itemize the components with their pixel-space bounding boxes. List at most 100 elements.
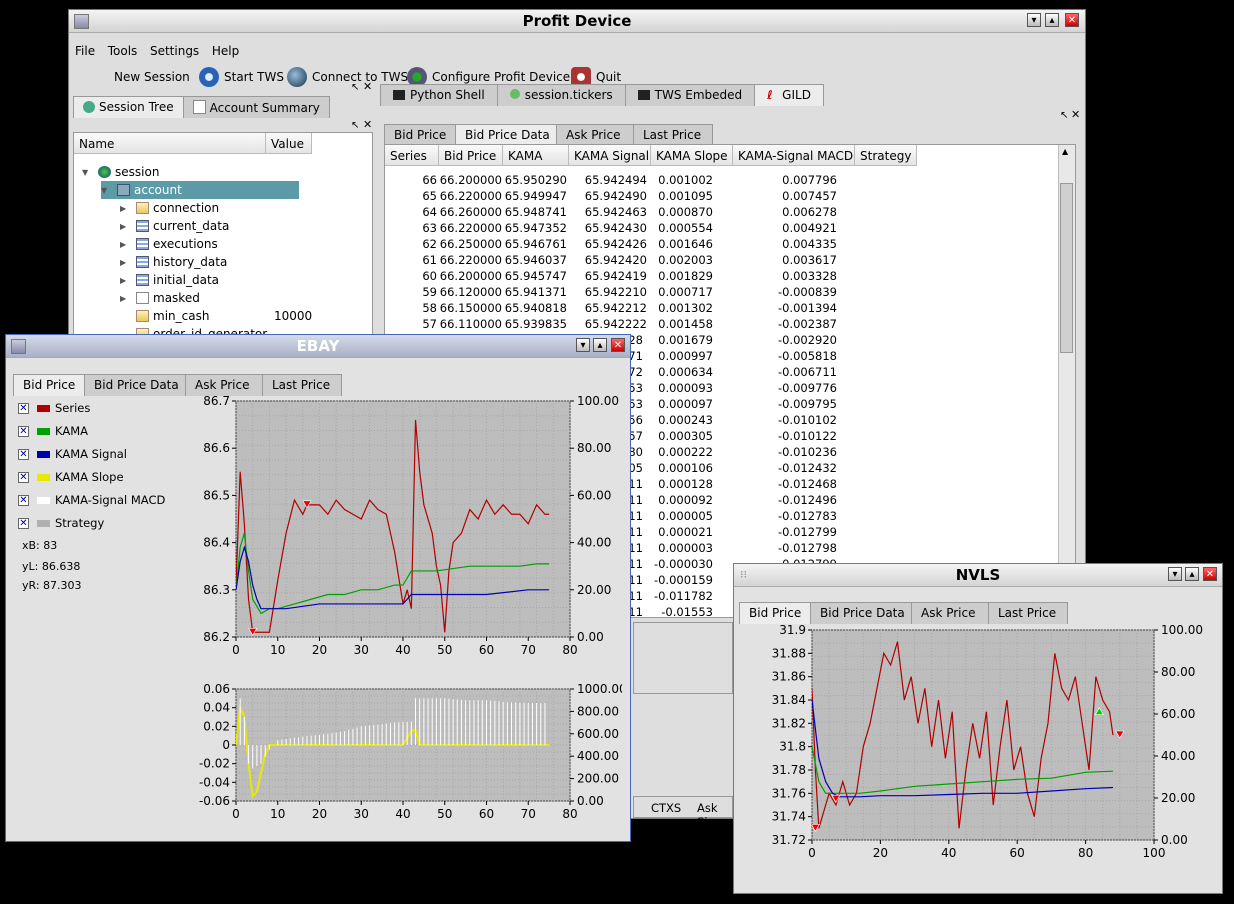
minimize-icon[interactable]: ▾ <box>1027 13 1041 27</box>
scrollbar-thumb[interactable] <box>1060 183 1073 353</box>
start-tws-button[interactable]: Start TWS <box>199 66 284 88</box>
expand-toggle-icon[interactable]: ▼ <box>101 186 109 195</box>
nvls-title: NVLS <box>955 566 1001 584</box>
subtab-bid-price-data[interactable]: Bid Price Data <box>455 124 557 146</box>
tree-row[interactable]: ▶ connection <box>120 199 219 217</box>
tree-row[interactable]: min_cash 10000 <box>120 307 312 325</box>
legend-item[interactable]: ✕ Strategy <box>18 514 104 532</box>
checkbox-icon[interactable]: ✕ <box>18 494 29 506</box>
table-header[interactable]: KAMA-Signal MACD <box>733 145 855 166</box>
menu-file[interactable]: File <box>75 44 95 58</box>
ebay-price-chart[interactable]: 0 10 20 30 40 50 60 70 80 86.2 86.3 86.4 86.5 86.6 86.… <box>182 393 622 683</box>
table-row[interactable]: 58 66.150000 65.940818 65.942212 0.001302 -0.… <box>385 301 1061 317</box>
close-icon[interactable]: ✕ <box>611 338 625 352</box>
table-header[interactable]: KAMA Slope <box>651 145 733 166</box>
checkbox-icon[interactable]: ✕ <box>18 517 29 529</box>
legend-item[interactable]: ✕ KAMA Slope <box>18 468 124 486</box>
tree-header-name[interactable]: Name <box>74 133 266 154</box>
main-titlebar[interactable]: Profit Device ▾ ▴ ✕ <box>69 10 1085 33</box>
table-header[interactable]: KAMA Signal <box>569 145 651 166</box>
ebay-indicator-chart[interactable]: 0 10 20 30 40 50 60 70 80 -0.06 -0.04 -0.02 0 0.02 0.0… <box>182 683 622 833</box>
x-tick-label: 20 <box>873 846 888 860</box>
menu-settings[interactable]: Settings <box>150 44 199 58</box>
vertical-scrollbar[interactable]: ▲ <box>1058 145 1075 617</box>
close-panel-icon[interactable]: ✕ <box>363 80 372 93</box>
legend-item[interactable]: ✕ KAMA Signal <box>18 445 127 463</box>
expand-toggle-icon[interactable]: ▶ <box>120 240 128 249</box>
tree-row[interactable]: ▶ current_data <box>120 217 229 235</box>
tab-session-tree-label: Session Tree <box>99 100 174 114</box>
checkbox-icon[interactable]: ✕ <box>18 425 29 437</box>
tab-session-tree[interactable]: Session Tree <box>73 96 184 118</box>
table-row[interactable]: 57 66.110000 65.939835 65.942222 0.001458 -0.… <box>385 317 1061 333</box>
maximize-icon[interactable]: ▴ <box>1045 13 1059 27</box>
ebay-tab-bid-price-data[interactable]: Bid Price Data <box>84 374 186 396</box>
ebay-titlebar[interactable]: EBAY ▾ ▴ ✕ <box>6 335 630 358</box>
scroll-up-icon[interactable]: ▲ <box>1062 147 1068 156</box>
expand-toggle-icon[interactable]: ▶ <box>120 222 128 231</box>
table-row[interactable]: 63 66.220000 65.947352 65.942430 0.000554 0.0… <box>385 221 1061 237</box>
tree-row[interactable]: ▼ session <box>82 163 159 181</box>
expand-toggle-icon[interactable]: ▼ <box>82 168 90 177</box>
checkbox-icon[interactable]: ✕ <box>18 448 29 460</box>
table-row[interactable]: 59 66.120000 65.941371 65.942210 0.000717 -0.… <box>385 285 1061 301</box>
menu-help[interactable]: Help <box>212 44 239 58</box>
expand-toggle-icon[interactable]: ▶ <box>120 258 128 267</box>
tree-row[interactable]: ▶ history_data <box>120 253 227 271</box>
nvls-tab-bid-price-data[interactable]: Bid Price Data <box>810 602 912 624</box>
tree-header-value[interactable]: Value <box>266 133 312 154</box>
subtab-bid-price[interactable]: Bid Price <box>384 124 456 146</box>
nvls-tab-last-price[interactable]: Last Price <box>988 602 1068 624</box>
expand-toggle-icon[interactable]: ▶ <box>120 276 128 285</box>
table-header[interactable]: KAMA <box>503 145 569 166</box>
close-panel-icon[interactable]: ✕ <box>363 118 372 131</box>
tree-row[interactable]: ▶ masked <box>120 289 200 307</box>
tree-row[interactable]: ▼ account <box>101 181 299 199</box>
tab-gild[interactable]: ℓ GILD <box>754 84 824 106</box>
nvls-tab-ask-price[interactable]: Ask Price <box>911 602 989 624</box>
pin-icon[interactable]: ↖ <box>351 82 359 93</box>
tab-python-shell[interactable]: Python Shell <box>380 84 498 106</box>
checkbox-icon[interactable]: ✕ <box>18 471 29 483</box>
table-cell: -0.009795 <box>777 397 837 411</box>
pin-icon[interactable]: ↖ <box>1060 110 1068 121</box>
maximize-icon[interactable]: ▴ <box>1185 567 1199 581</box>
expand-toggle-icon[interactable]: ▶ <box>120 204 128 213</box>
table-header[interactable]: Strategy <box>855 145 917 166</box>
legend-label: KAMA Signal <box>55 447 127 461</box>
legend-item[interactable]: ✕ KAMA-Signal MACD <box>18 491 165 509</box>
close-panel-icon[interactable]: ✕ <box>1071 108 1080 121</box>
menu-tools[interactable]: Tools <box>108 44 138 58</box>
tab-session-tickers[interactable]: session.tickers <box>496 84 626 106</box>
tree-row[interactable]: ▶ executions <box>120 235 218 253</box>
tree-row[interactable]: ▶ initial_data <box>120 271 219 289</box>
close-icon[interactable]: ✕ <box>1203 567 1217 581</box>
nvls-titlebar[interactable]: ⁝⁝ NVLS ▾ ▴ ✕ <box>734 564 1222 587</box>
tab-account-summary[interactable]: Account Summary <box>182 96 330 118</box>
nvls-tab-bid-price[interactable]: Bid Price <box>739 602 811 624</box>
table-header[interactable]: Bid Price <box>439 145 503 166</box>
ebay-tab-bid-price[interactable]: Bid Price <box>13 374 85 396</box>
expand-toggle-icon[interactable]: ▶ <box>120 294 128 303</box>
legend-item[interactable]: ✕ Series <box>18 399 90 417</box>
nvls-price-chart[interactable]: 0 20 40 60 80 100 31.72 31.74 31.76 31.78 31.8 31.8… <box>736 624 1218 884</box>
table-row[interactable]: 65 66.220000 65.949947 65.942490 0.001095 0.0… <box>385 189 1061 205</box>
tab-tws-embeded[interactable]: TWS Embeded <box>624 84 756 106</box>
close-icon[interactable]: ✕ <box>1065 13 1079 27</box>
table-row[interactable]: 61 66.220000 65.946037 65.942420 0.002003 0.0… <box>385 253 1061 269</box>
table-row[interactable]: 66 66.200000 65.950290 65.942494 0.001002 0.0… <box>385 173 1061 189</box>
new-session-button[interactable]: New Session <box>89 66 190 88</box>
table-row[interactable]: 60 66.200000 65.945747 65.942419 0.001829 0.0… <box>385 269 1061 285</box>
legend-item[interactable]: ✕ KAMA <box>18 422 88 440</box>
checkbox-icon[interactable]: ✕ <box>18 402 29 414</box>
subtab-ask-price[interactable]: Ask Price <box>556 124 634 146</box>
pin-icon[interactable]: ↖ <box>351 120 359 131</box>
minimize-icon[interactable]: ▾ <box>576 338 590 352</box>
table-header[interactable]: Series <box>385 145 439 166</box>
maximize-icon[interactable]: ▴ <box>593 338 607 352</box>
subtab-last-price[interactable]: Last Price <box>633 124 713 146</box>
minimize-icon[interactable]: ▾ <box>1168 567 1182 581</box>
table-cell: 65.947352 <box>504 221 567 235</box>
table-row[interactable]: 62 66.250000 65.946761 65.942426 0.001646 0.0… <box>385 237 1061 253</box>
table-row[interactable]: 64 66.260000 65.948741 65.942463 0.000870 0.0… <box>385 205 1061 221</box>
